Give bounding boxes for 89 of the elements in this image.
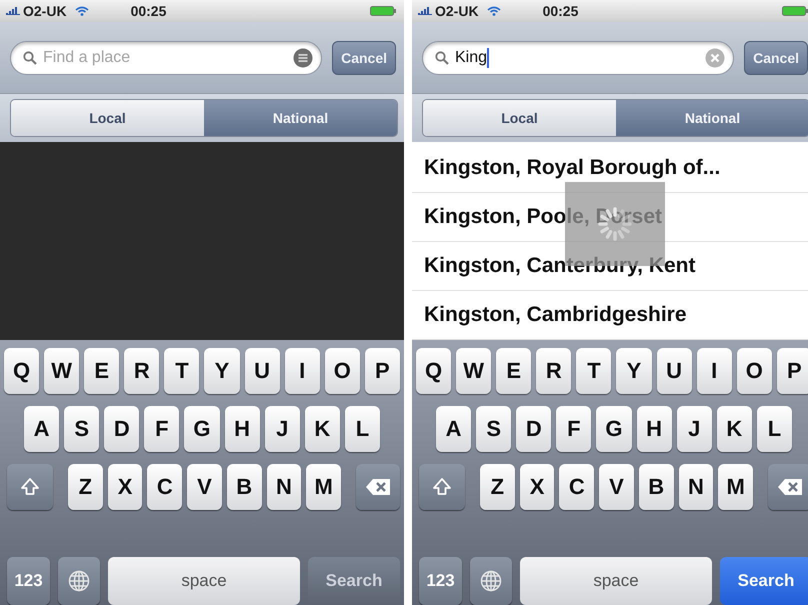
search-icon — [435, 50, 449, 64]
bookmarks-icon[interactable] — [293, 48, 314, 68]
letter-key[interactable]: U — [656, 348, 692, 394]
backspace-icon — [777, 478, 803, 496]
letter-key[interactable]: G — [184, 406, 220, 452]
letter-key[interactable]: M — [306, 464, 342, 510]
search-field[interactable]: Find a place — [43, 48, 168, 66]
letter-key[interactable]: I — [284, 348, 320, 394]
letter-key[interactable]: V — [599, 464, 634, 510]
letter-key[interactable]: O — [324, 348, 360, 394]
search-key[interactable]: Search — [720, 557, 808, 605]
segment-tab[interactable]: Local — [11, 100, 204, 136]
globe-key[interactable] — [58, 557, 100, 605]
shift-key[interactable] — [419, 464, 465, 510]
letter-key[interactable]: R — [536, 348, 572, 394]
letter-key[interactable]: H — [636, 406, 672, 452]
carrier-name: O2-UK — [23, 3, 67, 19]
letter-key[interactable]: T — [164, 348, 200, 394]
letter-key[interactable]: F — [144, 406, 180, 452]
signal-icon — [6, 7, 20, 15]
wifi-icon — [74, 6, 89, 16]
letter-key[interactable]: Y — [204, 348, 240, 394]
space-key[interactable]: space — [520, 557, 712, 605]
letter-key[interactable]: E — [496, 348, 532, 394]
letter-key[interactable]: I — [696, 348, 732, 394]
search-icon — [23, 50, 37, 64]
battery-icon — [782, 6, 808, 16]
globe-icon — [480, 570, 502, 592]
wifi-icon — [486, 6, 501, 16]
letter-key[interactable]: R — [124, 348, 160, 394]
clock-time: 00:25 — [130, 3, 166, 19]
letter-key[interactable]: L — [344, 406, 380, 452]
globe-key[interactable] — [470, 557, 512, 605]
letter-key[interactable]: D — [516, 406, 552, 452]
delete-key[interactable] — [356, 464, 400, 510]
letter-key[interactable]: C — [147, 464, 182, 510]
letter-key[interactable]: X — [108, 464, 142, 510]
delete-key[interactable] — [768, 464, 808, 510]
shift-key[interactable] — [7, 464, 53, 510]
letter-key[interactable]: Z — [480, 464, 515, 510]
letter-key[interactable]: B — [638, 464, 674, 510]
letter-key[interactable]: K — [716, 406, 752, 452]
letter-key[interactable]: D — [104, 406, 140, 452]
carrier-name: O2-UK — [435, 3, 479, 19]
letter-key[interactable]: L — [756, 406, 792, 452]
letter-key[interactable]: Q — [4, 348, 40, 394]
letter-key[interactable]: J — [264, 406, 300, 452]
numbers-key[interactable]: 123 — [7, 557, 50, 605]
letter-key[interactable]: A — [24, 406, 60, 452]
letter-key[interactable]: E — [84, 348, 120, 394]
letter-key[interactable]: G — [596, 406, 632, 452]
letter-key[interactable]: S — [476, 406, 512, 452]
letter-key[interactable]: P — [776, 348, 808, 394]
letter-key[interactable]: W — [456, 348, 492, 394]
segment-tab[interactable]: National — [616, 100, 808, 136]
letter-key[interactable]: J — [676, 406, 712, 452]
letter-key[interactable]: A — [436, 406, 472, 452]
letter-key[interactable]: P — [364, 348, 400, 394]
letter-key[interactable]: O — [736, 348, 772, 394]
numbers-key[interactable]: 123 — [419, 557, 462, 605]
segment-tab[interactable]: National — [204, 100, 397, 136]
text-caret-icon — [487, 48, 490, 68]
letter-key[interactable]: B — [226, 464, 262, 510]
shift-arrow-icon — [432, 477, 452, 497]
battery-icon — [370, 6, 396, 16]
letter-key[interactable]: H — [224, 406, 260, 452]
letter-key[interactable]: F — [556, 406, 592, 452]
letter-key[interactable]: Q — [416, 348, 452, 394]
letter-key[interactable]: U — [244, 348, 280, 394]
letter-key[interactable]: Y — [616, 348, 652, 394]
shift-arrow-icon — [20, 477, 40, 497]
letter-key[interactable]: W — [44, 348, 80, 394]
segment-tab[interactable]: Local — [423, 100, 616, 136]
letter-key[interactable]: X — [520, 464, 554, 510]
letter-key[interactable]: V — [187, 464, 222, 510]
backspace-icon — [365, 478, 391, 496]
letter-key[interactable]: M — [718, 464, 754, 510]
letter-key[interactable]: Z — [68, 464, 103, 510]
letter-key[interactable]: C — [559, 464, 594, 510]
clock-time: 00:25 — [542, 3, 578, 19]
letter-key[interactable]: T — [576, 348, 612, 394]
letter-key[interactable]: S — [64, 406, 100, 452]
letter-key[interactable]: N — [266, 464, 302, 510]
letter-key[interactable]: N — [678, 464, 714, 510]
space-key[interactable]: space — [108, 557, 300, 605]
search-field[interactable]: King — [455, 48, 488, 66]
globe-icon — [68, 570, 90, 592]
letter-key[interactable]: K — [304, 406, 340, 452]
signal-icon — [418, 7, 432, 15]
